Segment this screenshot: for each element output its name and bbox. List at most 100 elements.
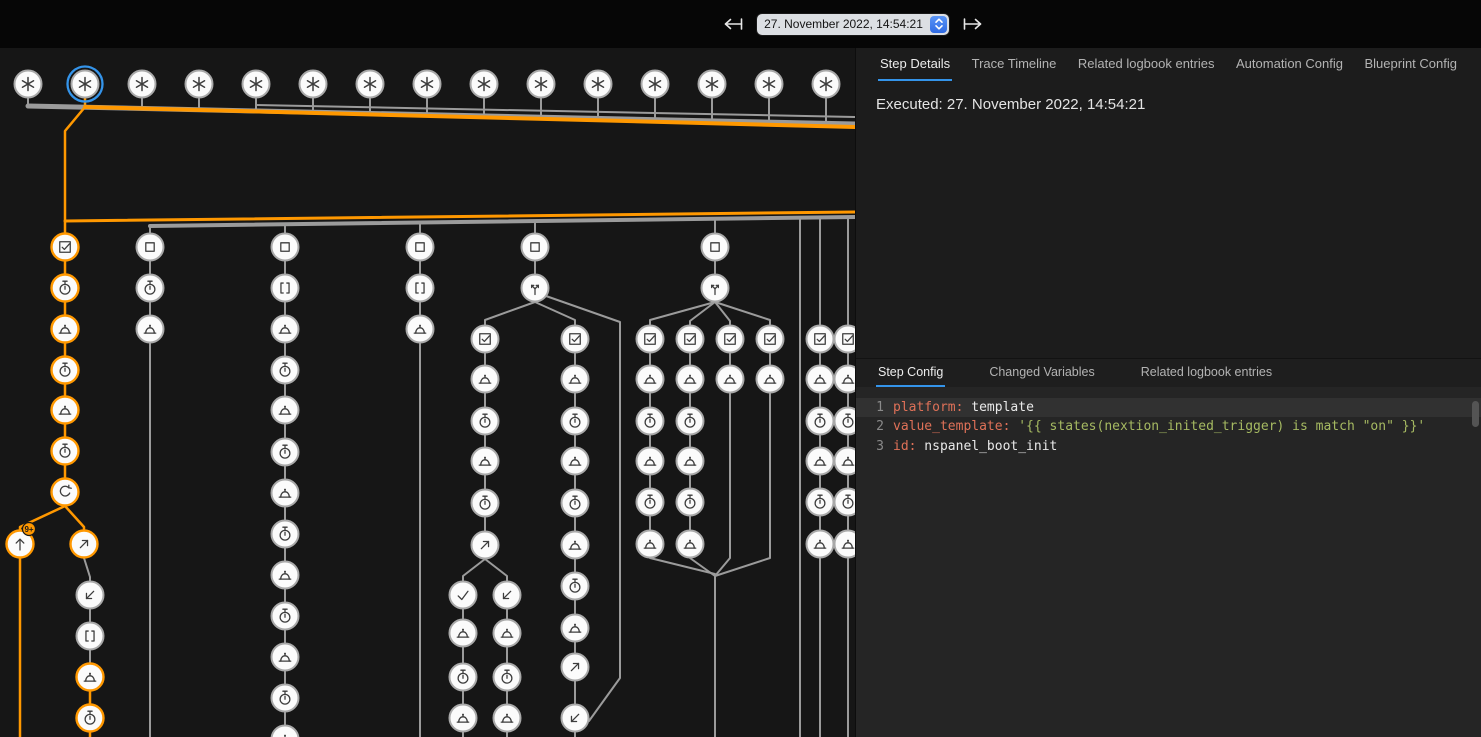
editor-scrollbar[interactable] bbox=[1472, 401, 1479, 427]
trace-node-timer[interactable] bbox=[472, 490, 499, 517]
trace-node-timer[interactable] bbox=[272, 603, 299, 630]
run-selector[interactable]: 27. November 2022, 14:54:21 bbox=[757, 14, 949, 35]
trace-node-service[interactable] bbox=[835, 366, 856, 393]
trace-node-service[interactable] bbox=[562, 532, 589, 559]
trace-node-timer[interactable] bbox=[472, 408, 499, 435]
trace-node-split[interactable] bbox=[522, 275, 549, 302]
tab-related-logbook-entries[interactable]: Related logbook entries bbox=[1076, 48, 1217, 81]
trace-node-timer[interactable] bbox=[807, 408, 834, 435]
trace-node-brackets[interactable] bbox=[77, 623, 104, 650]
trace-node-arrow-ne[interactable] bbox=[71, 531, 98, 558]
tab-step-details[interactable]: Step Details bbox=[878, 48, 952, 81]
trace-node-service[interactable] bbox=[677, 448, 704, 475]
trace-node-checkbox[interactable] bbox=[717, 326, 744, 353]
trace-node-service[interactable] bbox=[272, 316, 299, 343]
trace-node-service[interactable] bbox=[562, 615, 589, 642]
trace-node-timer[interactable] bbox=[835, 489, 856, 516]
trace-node-square[interactable] bbox=[272, 234, 299, 261]
trace-node-square[interactable] bbox=[407, 234, 434, 261]
trace-node-checkbox[interactable] bbox=[637, 326, 664, 353]
trace-node-asterisk[interactable] bbox=[357, 71, 384, 98]
trace-node-service[interactable] bbox=[52, 316, 79, 343]
trace-node-asterisk[interactable] bbox=[528, 71, 555, 98]
trace-node-repeat[interactable] bbox=[52, 479, 79, 506]
trace-node-service[interactable] bbox=[494, 705, 521, 732]
trace-node-asterisk[interactable] bbox=[300, 71, 327, 98]
trace-node-asterisk[interactable] bbox=[414, 71, 441, 98]
tab-step-config[interactable]: Step Config bbox=[876, 359, 945, 387]
trace-node-checkbox[interactable] bbox=[835, 326, 856, 353]
trace-node-service[interactable] bbox=[637, 366, 664, 393]
trace-node-service[interactable] bbox=[407, 316, 434, 343]
trace-node-service[interactable] bbox=[272, 397, 299, 424]
trace-node-asterisk[interactable] bbox=[471, 71, 498, 98]
trace-node-checkbox[interactable] bbox=[807, 326, 834, 353]
trace-node-timer[interactable] bbox=[272, 521, 299, 548]
trace-node-asterisk[interactable] bbox=[642, 71, 669, 98]
trace-node-split[interactable] bbox=[702, 275, 729, 302]
trace-node-timer[interactable] bbox=[677, 489, 704, 516]
trace-node-service[interactable] bbox=[677, 531, 704, 558]
trace-node-arrow-sw[interactable] bbox=[77, 582, 104, 609]
trace-node-service[interactable] bbox=[807, 448, 834, 475]
trace-node-service[interactable] bbox=[77, 664, 104, 691]
trace-node-service[interactable] bbox=[272, 726, 299, 737]
trace-node-service[interactable] bbox=[562, 366, 589, 393]
trace-node-timer[interactable] bbox=[52, 438, 79, 465]
trace-node-asterisk[interactable] bbox=[585, 71, 612, 98]
trace-node-service[interactable] bbox=[562, 448, 589, 475]
trace-node-square[interactable] bbox=[522, 234, 549, 261]
trace-node-arrow-ne[interactable] bbox=[562, 654, 589, 681]
trace-node-timer[interactable] bbox=[562, 408, 589, 435]
trace-node-service[interactable] bbox=[637, 531, 664, 558]
tab-automation-config[interactable]: Automation Config bbox=[1234, 48, 1345, 81]
trace-node-timer[interactable] bbox=[562, 490, 589, 517]
trace-node-timer[interactable] bbox=[52, 357, 79, 384]
trace-node-timer[interactable] bbox=[494, 664, 521, 691]
trace-node-service[interactable] bbox=[272, 644, 299, 671]
trace-node-brackets[interactable] bbox=[407, 275, 434, 302]
next-run-icon[interactable] bbox=[962, 16, 984, 32]
trace-node-service[interactable] bbox=[677, 366, 704, 393]
trace-node-service[interactable] bbox=[807, 531, 834, 558]
trace-node-asterisk[interactable] bbox=[756, 71, 783, 98]
trace-node-asterisk[interactable] bbox=[699, 71, 726, 98]
trace-node-timer[interactable] bbox=[677, 408, 704, 435]
trace-node-service[interactable] bbox=[472, 448, 499, 475]
trace-node-service[interactable] bbox=[272, 562, 299, 589]
trace-node-service[interactable] bbox=[52, 397, 79, 424]
trace-node-service[interactable] bbox=[717, 366, 744, 393]
trace-node-service[interactable] bbox=[137, 316, 164, 343]
tab-changed-variables[interactable]: Changed Variables bbox=[987, 359, 1096, 387]
trace-node-square[interactable] bbox=[702, 234, 729, 261]
trace-node-timer[interactable] bbox=[637, 408, 664, 435]
trace-node-checkbox[interactable] bbox=[52, 234, 79, 261]
trace-node-asterisk[interactable] bbox=[813, 71, 840, 98]
trace-node-arrow-sw[interactable] bbox=[494, 582, 521, 609]
trace-node-checkbox[interactable] bbox=[472, 326, 499, 353]
trace-node-service[interactable] bbox=[835, 448, 856, 475]
trace-node-asterisk[interactable] bbox=[129, 71, 156, 98]
tab-blueprint-config[interactable]: Blueprint Config bbox=[1362, 48, 1459, 81]
trace-node-service[interactable] bbox=[494, 620, 521, 647]
trace-node-timer[interactable] bbox=[52, 275, 79, 302]
trace-node-timer[interactable] bbox=[272, 685, 299, 712]
trace-node-timer[interactable] bbox=[77, 705, 104, 732]
trace-node-arrow-sw[interactable] bbox=[562, 705, 589, 732]
trace-node-timer[interactable] bbox=[272, 439, 299, 466]
trace-node-square[interactable] bbox=[137, 234, 164, 261]
trace-node-service[interactable] bbox=[272, 480, 299, 507]
previous-run-icon[interactable] bbox=[722, 16, 744, 32]
tab-trace-timeline[interactable]: Trace Timeline bbox=[970, 48, 1059, 81]
trace-node-service[interactable] bbox=[807, 366, 834, 393]
trace-node-service[interactable] bbox=[450, 620, 477, 647]
trace-node-check[interactable] bbox=[450, 582, 477, 609]
trace-node-checkbox[interactable] bbox=[677, 326, 704, 353]
trace-node-service[interactable] bbox=[835, 531, 856, 558]
trace-node-asterisk[interactable] bbox=[15, 71, 42, 98]
trace-node-service[interactable] bbox=[472, 366, 499, 393]
trace-node-timer[interactable] bbox=[562, 573, 589, 600]
trace-node-timer[interactable] bbox=[835, 408, 856, 435]
trace-node-service[interactable] bbox=[637, 448, 664, 475]
trace-node-timer[interactable] bbox=[637, 489, 664, 516]
